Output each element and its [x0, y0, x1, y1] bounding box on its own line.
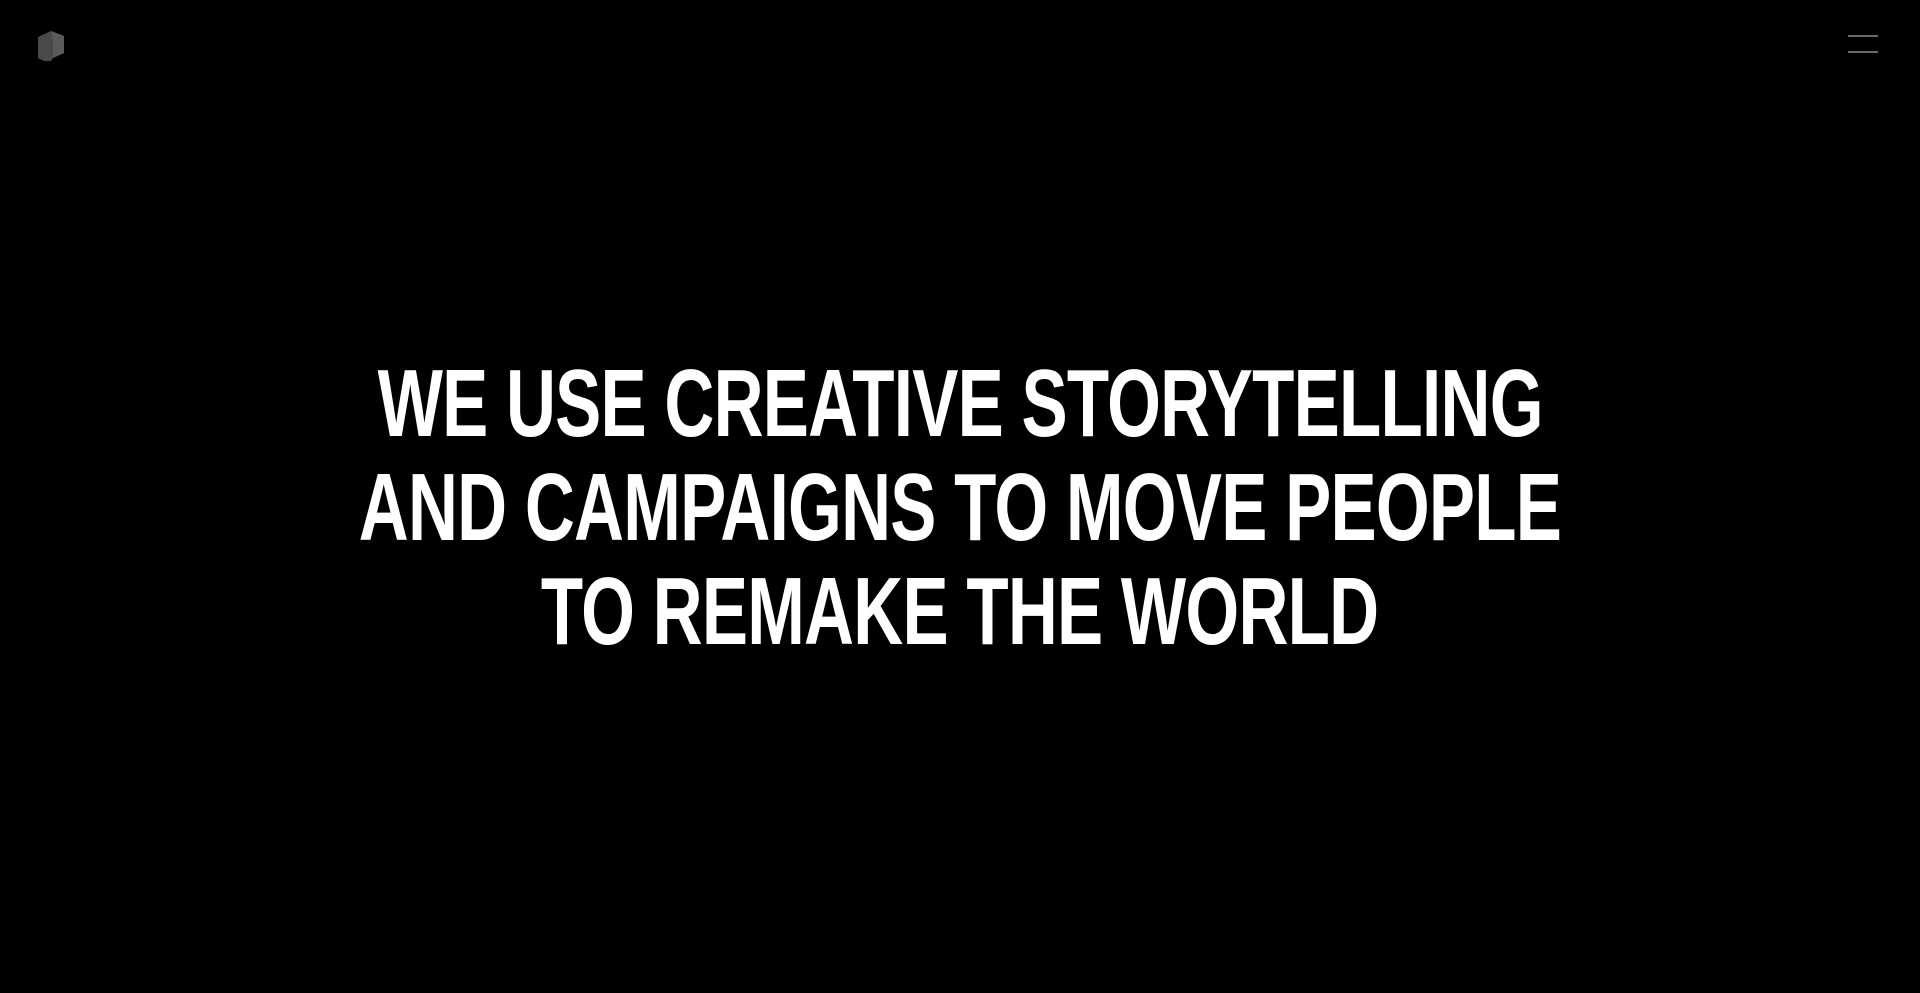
hero-statement: WE USE CREATIVE STORYTELLING AND CAMPAIG… — [0, 352, 1920, 664]
cube-logo-icon — [38, 31, 64, 61]
menu-button[interactable] — [1848, 33, 1878, 55]
hamburger-menu-icon — [1848, 35, 1878, 53]
logo[interactable] — [38, 31, 64, 61]
hero-line-3: TO REMAKE THE WORLD — [541, 558, 1379, 665]
hero-line-2: AND CAMPAIGNS TO MOVE PEOPLE — [358, 454, 1562, 561]
hero-line-1: WE USE CREATIVE STORYTELLING — [377, 350, 1543, 457]
